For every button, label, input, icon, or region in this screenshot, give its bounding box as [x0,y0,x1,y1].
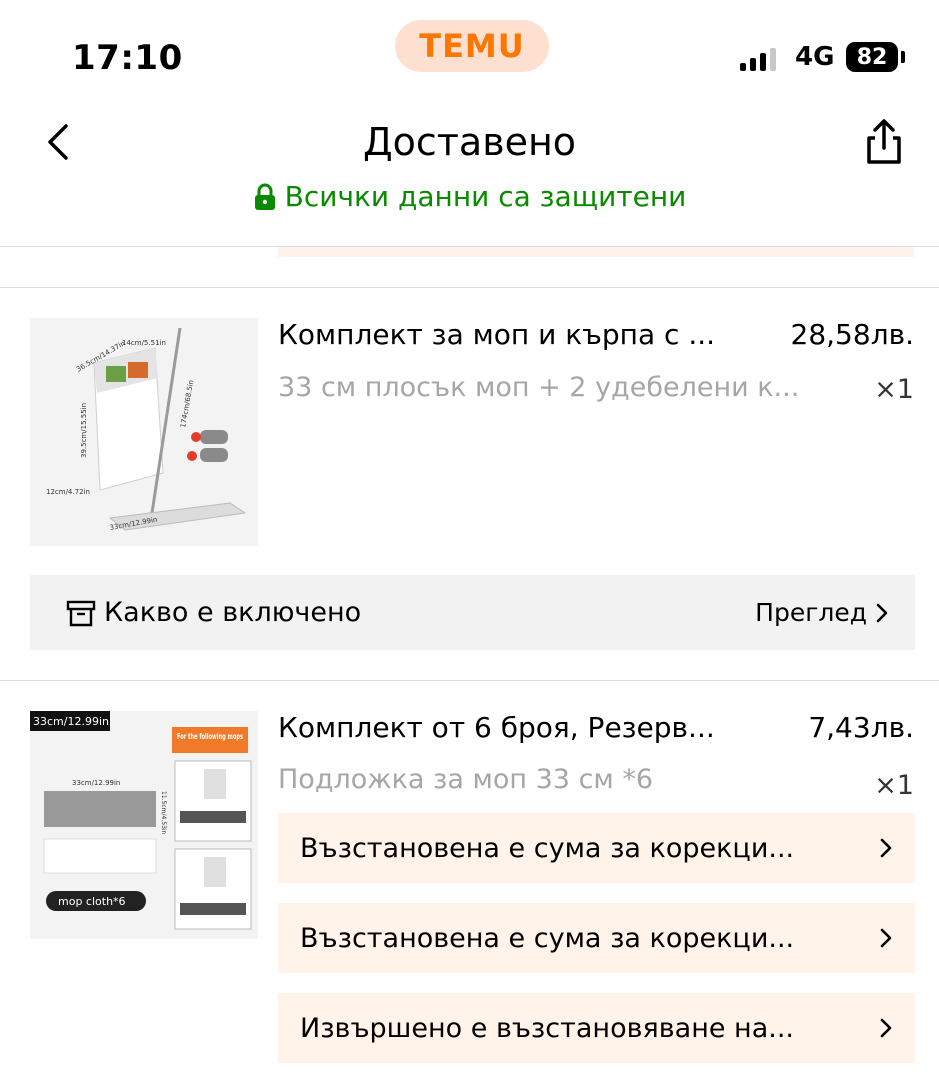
img-pad-label-2: For the following mops [177,732,243,741]
battery-level: 82 [856,44,888,70]
refund-notice-3[interactable]: Извършено е възстановяване на... [278,993,915,1063]
chevron-right-icon [876,603,888,622]
refund-notice-1[interactable]: Възстановена е сума за корекци... [278,813,915,883]
img-pad-label-4: 11.5cm/4.53in [160,791,167,835]
status-time: 17:10 [72,38,183,78]
mop-bucket-image: 14cm/5.51in 36.5cm/14.37in 174cm/68.5in … [30,318,258,546]
img-pad-label-1: 33cm/12.99in [33,715,109,728]
notice-text: Извършено е възстановяване на... [300,1012,794,1044]
item-variant: Подложка за моп 33 см *6 [278,764,654,795]
refund-notice-2[interactable]: Възстановена е сума за корекци... [278,903,915,973]
temu-app-badge[interactable]: TEMU [395,20,549,72]
previous-notice-edge [278,247,914,257]
item-price: 7,43лв. [808,711,914,744]
notice-text: Възстановена е сума за корекци... [300,832,795,864]
whats-included-row[interactable]: Какво е включено Преглед [30,575,915,650]
mop-pads-image: 33cm/12.99in For the following mops 33cm… [30,711,258,939]
battery-icon: 82 [846,42,898,72]
item-quantity: ×1 [874,374,914,405]
signal-icon [740,48,776,71]
lock-icon [254,183,275,210]
page-title: Доставено [362,120,577,164]
secure-data-banner: Всички данни са защитени [0,180,939,213]
chevron-right-icon [880,1018,892,1038]
item-quantity: ×1 [874,770,914,801]
box-icon [66,600,96,626]
chevron-right-icon [880,838,892,858]
temu-badge-label: TEMU [419,27,525,65]
secure-text: Всички данни са защитени [284,180,687,213]
img-dim-5: 12cm/4.72in [46,488,90,496]
item-title[interactable]: Комплект за моп и кърпа с ... [278,318,758,351]
item-divider [0,680,939,681]
item-title[interactable]: Комплект от 6 броя, Резерв... [278,711,778,744]
share-button[interactable] [858,116,910,168]
battery-tip [901,51,905,63]
img-pad-label-5: mop cloth*6 [58,895,126,908]
product-image-mop-set[interactable]: 14cm/5.51in 36.5cm/14.37in 174cm/68.5in … [30,318,258,546]
view-link-label: Преглед [755,598,867,627]
whats-included-label: Какво е включено [104,597,362,628]
network-type: 4G [795,42,835,72]
img-dim-1: 14cm/5.51in [122,339,166,347]
notice-text: Възстановена е сума за корекци... [300,922,795,954]
share-icon [867,119,901,164]
item-variant: 33 см плосък моп + 2 удебелени к... [278,372,800,403]
img-dim-4: 39.5cm/15.55in [80,403,88,458]
item-divider [0,287,939,288]
view-link[interactable]: Преглед [755,598,889,627]
item-price: 28,58лв. [790,318,914,351]
chevron-right-icon [880,928,892,948]
img-pad-label-3: 33cm/12.99in [72,779,120,787]
product-image-mop-pads[interactable]: 33cm/12.99in For the following mops 33cm… [30,711,258,939]
